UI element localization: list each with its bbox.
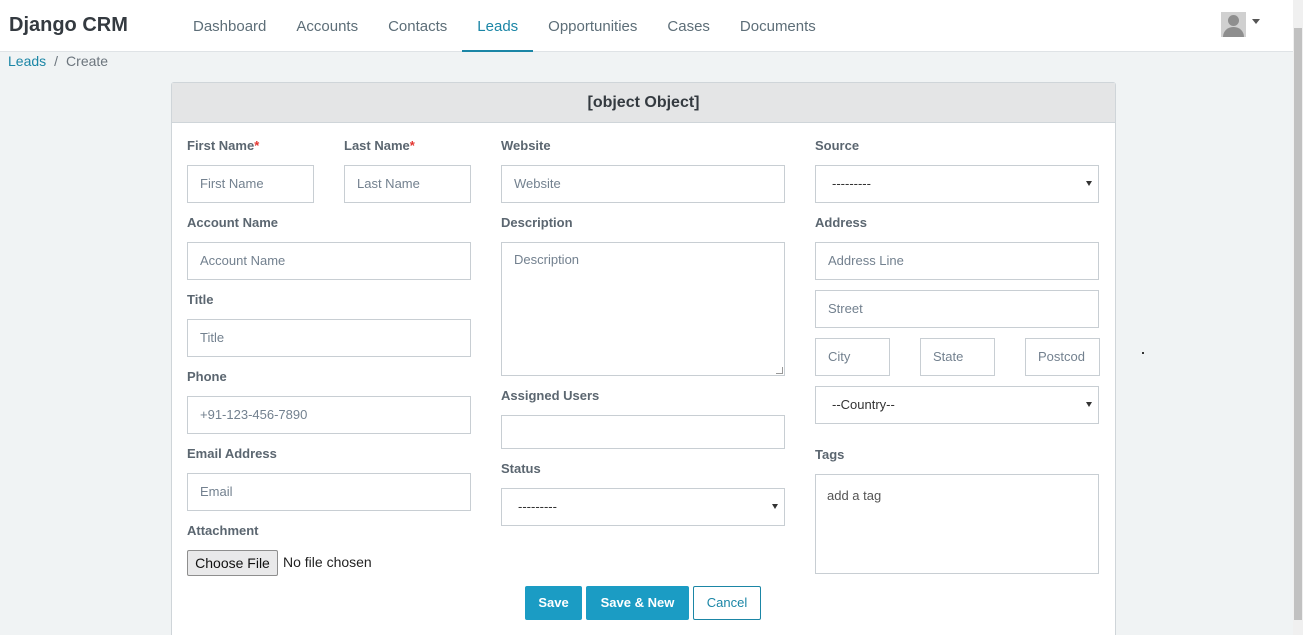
- nav-documents[interactable]: Documents: [725, 0, 831, 52]
- nav-opportunities[interactable]: Opportunities: [533, 0, 652, 52]
- chevron-down-icon[interactable]: [1252, 19, 1260, 24]
- breadcrumb-separator: /: [54, 53, 59, 69]
- country-selected-value: --Country--: [832, 397, 895, 412]
- card-title: [object Object]: [172, 83, 1115, 123]
- description-textarea[interactable]: Description: [501, 242, 785, 376]
- state-input[interactable]: State: [920, 338, 995, 376]
- last-name-label: Last Name*: [344, 138, 415, 153]
- chevron-down-icon: [1086, 402, 1092, 407]
- source-select[interactable]: ---------: [815, 165, 1099, 203]
- account-name-label: Account Name: [187, 215, 279, 230]
- email-input[interactable]: Email: [187, 473, 471, 511]
- nav-dashboard[interactable]: Dashboard: [178, 0, 281, 52]
- avatar-head: [1228, 15, 1239, 26]
- file-status-text: No file chosen: [283, 554, 372, 570]
- create-lead-card: [object Object] First Name* First Name L…: [171, 82, 1116, 635]
- user-avatar-icon[interactable]: [1221, 12, 1246, 37]
- email-label: Email Address: [187, 446, 277, 461]
- page-scrollbar[interactable]: [1293, 0, 1303, 635]
- nav-contacts[interactable]: Contacts: [373, 0, 462, 52]
- address-label: Address: [815, 215, 868, 230]
- scrollbar-thumb[interactable]: [1294, 28, 1302, 620]
- brand-logo[interactable]: Django CRM: [9, 14, 128, 37]
- first-name-label: First Name*: [187, 138, 260, 153]
- status-selected-value: ---------: [518, 499, 557, 514]
- save-button[interactable]: Save: [525, 586, 582, 620]
- chevron-down-icon: [1086, 181, 1092, 186]
- top-navbar: Django CRM Dashboard Accounts Contacts L…: [0, 0, 1293, 52]
- last-name-input[interactable]: Last Name: [344, 165, 471, 203]
- phone-input[interactable]: +91-123-456-7890: [187, 396, 471, 434]
- description-placeholder: Description: [514, 252, 580, 267]
- chevron-down-icon: [772, 504, 778, 509]
- choose-file-button[interactable]: Choose File: [187, 550, 278, 576]
- description-label: Description: [501, 215, 573, 230]
- website-label: Website: [501, 138, 551, 153]
- status-label: Status: [501, 461, 541, 476]
- street-input[interactable]: Street: [815, 290, 1099, 328]
- assigned-users-label: Assigned Users: [501, 388, 600, 403]
- country-select[interactable]: --Country--: [815, 386, 1099, 424]
- title-input[interactable]: Title: [187, 319, 471, 357]
- breadcrumb-leads-link[interactable]: Leads: [8, 53, 46, 69]
- title-label: Title: [187, 292, 214, 307]
- status-select[interactable]: ---------: [501, 488, 785, 526]
- assigned-users-input[interactable]: [501, 415, 785, 449]
- phone-label: Phone: [187, 369, 227, 384]
- avatar-body: [1223, 27, 1244, 37]
- tags-input[interactable]: add a tag: [815, 474, 1099, 574]
- attachment-label: Attachment: [187, 523, 259, 538]
- cancel-button[interactable]: Cancel: [693, 586, 761, 620]
- nav-accounts[interactable]: Accounts: [281, 0, 373, 52]
- breadcrumb: Leads / Create: [8, 53, 108, 69]
- main-nav: Dashboard Accounts Contacts Leads Opport…: [178, 0, 831, 52]
- city-input[interactable]: City: [815, 338, 890, 376]
- first-name-input[interactable]: First Name: [187, 165, 314, 203]
- resize-handle[interactable]: [776, 367, 783, 374]
- postcode-input[interactable]: Postcod: [1025, 338, 1100, 376]
- stray-dot: [1142, 352, 1144, 354]
- breadcrumb-current: Create: [66, 53, 109, 69]
- website-input[interactable]: Website: [501, 165, 785, 203]
- address-line-input[interactable]: Address Line: [815, 242, 1099, 280]
- nav-cases[interactable]: Cases: [652, 0, 725, 52]
- account-name-input[interactable]: Account Name: [187, 242, 471, 280]
- source-label: Source: [815, 138, 860, 153]
- nav-leads[interactable]: Leads: [462, 0, 534, 52]
- tags-placeholder: add a tag: [827, 488, 882, 503]
- source-selected-value: ---------: [832, 176, 871, 191]
- tags-label: Tags: [815, 447, 845, 462]
- save-and-new-button[interactable]: Save & New: [586, 586, 689, 620]
